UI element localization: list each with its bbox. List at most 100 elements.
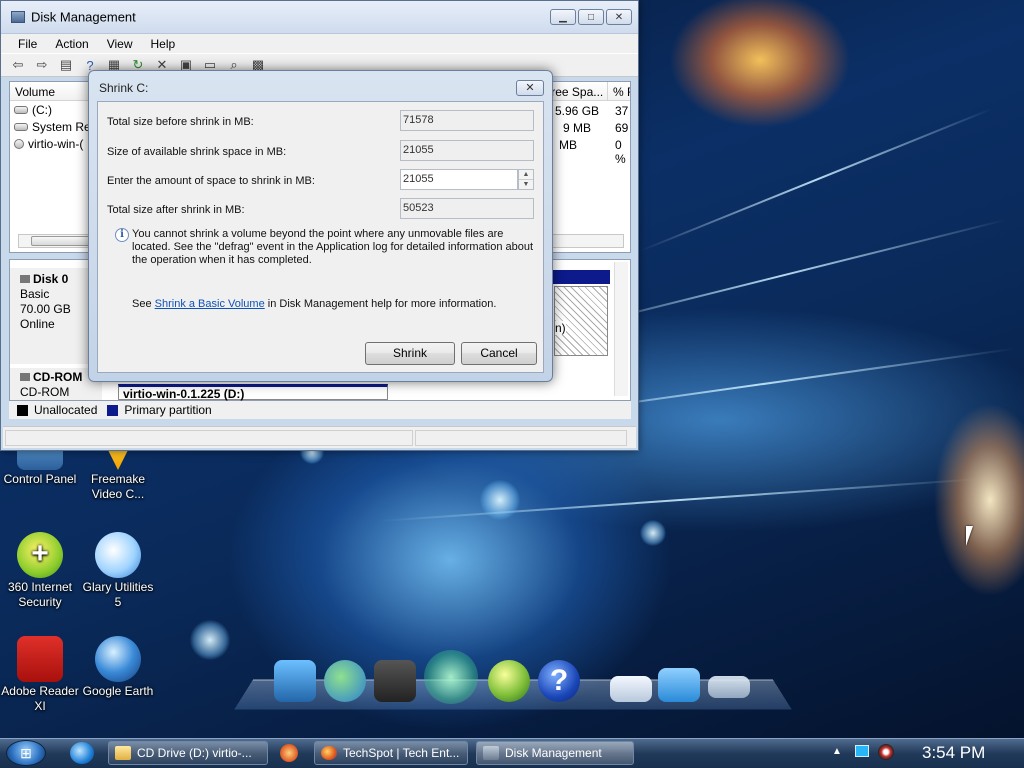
media-player-icon[interactable] (280, 744, 298, 762)
menu-help[interactable]: Help (142, 34, 185, 53)
show-hidden-icons[interactable]: ▲ (832, 746, 842, 757)
desktop-icon-label: Freemake Video C... (90, 472, 146, 501)
legend-label: Primary partition (124, 403, 212, 417)
column-header-percent-free[interactable]: % F (608, 82, 630, 100)
pdf-icon (17, 636, 63, 682)
window-title: Disk Management (31, 9, 136, 25)
show-hide-tree-icon[interactable]: ▤ (57, 57, 75, 73)
available-shrink-value: 21055 (400, 140, 534, 161)
shrink-basic-volume-link[interactable]: Shrink a Basic Volume (155, 298, 265, 310)
taskbar-item-techspot[interactable]: TechSpot | Tech Ent... (314, 741, 468, 765)
mouse-cursor-icon (966, 526, 973, 546)
desktop-icon-glary-utilities[interactable]: Glary Utilities 5 (78, 532, 158, 610)
media-icon[interactable] (488, 660, 530, 702)
help-prefix: See (132, 298, 155, 310)
primary-partition-swatch (107, 404, 119, 416)
clock[interactable]: 3:54 PM (922, 743, 985, 763)
scroll-thumb[interactable] (31, 236, 91, 246)
shrink-amount-label: Enter the amount of space to shrink in M… (107, 175, 315, 187)
desktop-icon-label: Glary Utilities 5 (82, 580, 154, 609)
legend-label: Unallocated (34, 403, 98, 417)
shrink-button[interactable]: Shrink (365, 342, 455, 365)
unallocated-swatch (17, 404, 28, 416)
glary-icon (95, 532, 141, 578)
help-reference: See Shrink a Basic Volume in Disk Manage… (132, 298, 496, 310)
disk-type: CD-ROM (20, 385, 70, 399)
volume-percent-free: 0 % (615, 138, 626, 166)
total-size-after-value: 50523 (400, 198, 534, 219)
menu-view[interactable]: View (98, 34, 142, 53)
folder-icon (115, 746, 131, 760)
desktop-icon-label: Google Earth (82, 684, 154, 698)
spin-up-icon[interactable]: ▲ (519, 170, 533, 180)
network-icon[interactable] (855, 745, 869, 757)
info-icon: i (115, 228, 129, 242)
desktop-icon-label: Adobe Reader XI (1, 684, 79, 713)
internet-explorer-icon[interactable] (70, 742, 94, 764)
column-header-volume[interactable]: Volume (10, 82, 90, 100)
firefox-icon (321, 746, 337, 760)
drive-icon (14, 122, 28, 131)
volume-percent-free: 69 (615, 121, 629, 135)
status-bar (3, 426, 636, 448)
help-suffix: in Disk Management help for more informa… (264, 298, 497, 310)
disk-management-icon (483, 746, 499, 760)
games-trophy-icon[interactable] (424, 650, 478, 704)
partition-label: n) (555, 321, 566, 335)
column-header-free-space[interactable]: ree Spa... (546, 82, 609, 100)
cancel-button[interactable]: Cancel (461, 342, 537, 365)
wallpaper-orb (480, 480, 520, 520)
partition-c-block[interactable]: n) (554, 286, 608, 356)
computer-icon[interactable] (274, 660, 316, 702)
vertical-scrollbar[interactable] (614, 262, 628, 396)
disk-name: Disk 0 (33, 272, 69, 286)
taskbar-item-disk-management[interactable]: Disk Management (476, 741, 634, 765)
forward-arrow-icon[interactable]: ⇨ (33, 57, 51, 73)
back-arrow-icon[interactable]: ⇦ (9, 57, 27, 73)
total-size-after-label: Total size after shrink in MB: (107, 204, 245, 216)
documents-icon[interactable] (374, 660, 416, 702)
dialog-close-button[interactable]: ✕ (516, 80, 544, 96)
drive-icon (14, 105, 28, 114)
recycle-bin-icon[interactable] (708, 676, 750, 698)
close-button[interactable]: ✕ (606, 9, 632, 25)
wallpaper-orb (640, 520, 666, 546)
status-segment (5, 430, 413, 446)
shrink-dialog: Shrink C: ✕ Total size before shrink in … (88, 70, 553, 382)
desktop-icon-google-earth[interactable]: Google Earth (78, 636, 158, 699)
menu-file[interactable]: File (9, 34, 46, 53)
folder-icon[interactable] (658, 668, 700, 702)
taskbar-item-label: TechSpot | Tech Ent... (343, 746, 460, 760)
volume-name: (C:) (32, 102, 52, 117)
total-size-before-value: 71578 (400, 110, 534, 131)
available-shrink-label: Size of available shrink space in MB: (107, 146, 287, 158)
network-globe-icon[interactable] (324, 660, 366, 702)
wallpaper-orb (190, 620, 230, 660)
wallpaper-streak (639, 107, 993, 252)
spin-down-icon[interactable]: ▼ (519, 180, 533, 190)
shrink-amount-spinner[interactable]: ▲ ▼ (518, 169, 534, 190)
disk-management-icon (11, 10, 25, 23)
cd-volume-block[interactable]: virtio-win-0.1.225 (D:) (118, 384, 388, 401)
minimize-button[interactable]: ▁ (550, 9, 576, 25)
shield-plus-icon: + (17, 532, 63, 578)
desktop-icon-adobe-reader[interactable]: Adobe Reader XI (0, 636, 80, 714)
volume-icon[interactable] (878, 744, 894, 760)
drive-icon[interactable] (610, 676, 652, 702)
desktop-icon-label: 360 Internet Security (7, 580, 73, 609)
cd-drive-icon (20, 373, 30, 381)
disk-name: CD-ROM (33, 370, 83, 384)
taskbar-item-label: Disk Management (505, 746, 602, 760)
start-button[interactable]: ⊞ (6, 740, 46, 766)
desktop-icon-label: Control Panel (3, 472, 77, 486)
dialog-body: Total size before shrink in MB: 71578 Si… (97, 101, 544, 373)
help-icon[interactable]: ? (538, 660, 580, 702)
desktop-icon-360-security[interactable]: + 360 Internet Security (0, 532, 80, 610)
window-titlebar[interactable]: Disk Management ▁ □ ✕ (1, 1, 638, 33)
maximize-button[interactable]: □ (578, 9, 604, 25)
dialog-title: Shrink C: (99, 81, 149, 95)
menu-action[interactable]: Action (46, 34, 97, 53)
taskbar-item-cd-drive[interactable]: CD Drive (D:) virtio-... (108, 741, 268, 765)
shrink-amount-input[interactable]: 21055 (400, 169, 518, 190)
info-message: You cannot shrink a volume beyond the po… (132, 228, 534, 266)
